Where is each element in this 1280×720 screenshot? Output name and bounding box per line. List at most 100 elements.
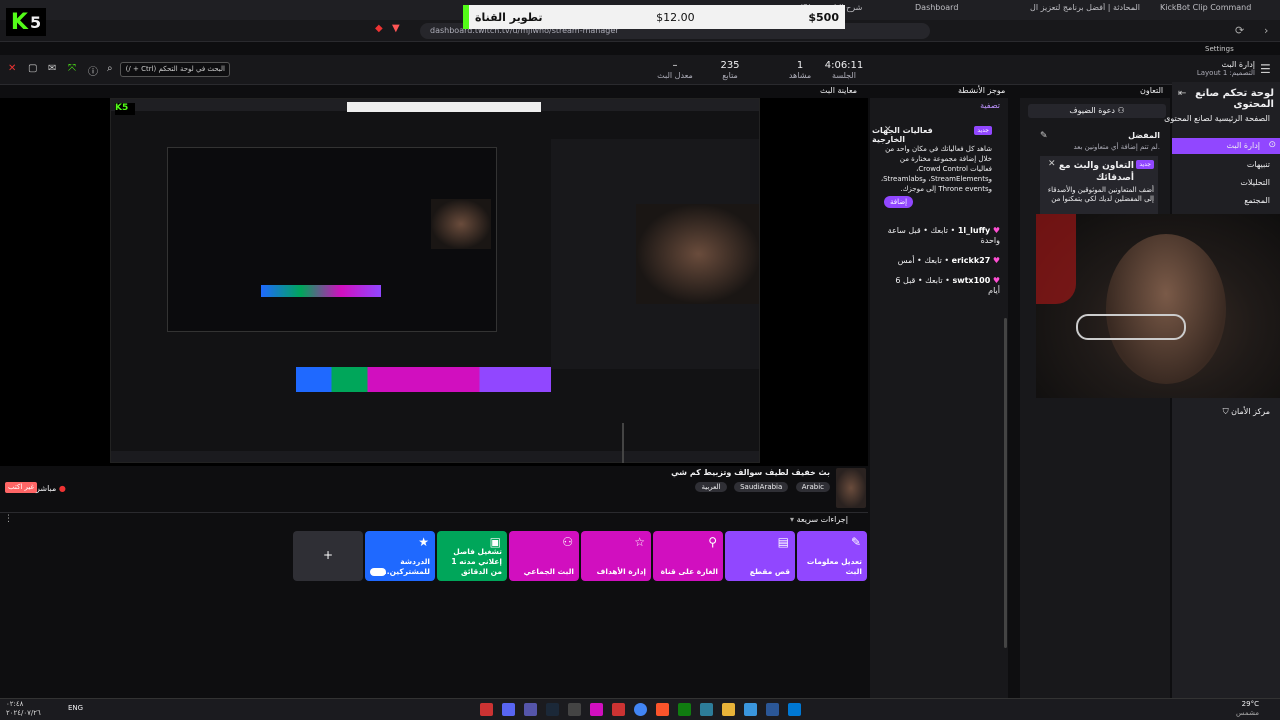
folder-icon[interactable] xyxy=(722,703,735,716)
settings-label[interactable]: Settings xyxy=(1205,45,1234,53)
add-quick-action-button[interactable]: + xyxy=(293,531,363,581)
glasses xyxy=(1076,314,1186,340)
collapse-icon[interactable]: ⇤ xyxy=(1178,88,1186,99)
logo-number: 5 xyxy=(29,12,42,32)
quick-actions-title: ▾ إجراءات سريعة xyxy=(790,515,848,524)
kebab-icon[interactable]: ⋮ xyxy=(4,514,13,524)
goal-target: $500 xyxy=(808,10,839,24)
browser-tab[interactable]: روبوت المحادثة | أفضل برنامج لتعزيز ال xyxy=(1030,3,1140,17)
pencil-icon[interactable]: ✎ xyxy=(1040,131,1048,141)
discord-icon[interactable] xyxy=(502,703,515,716)
brave-icon[interactable] xyxy=(656,703,669,716)
nav-item-safety[interactable]: مركز الأمان ⛉ xyxy=(1223,407,1270,417)
language-indicator[interactable]: ENG xyxy=(68,704,83,712)
mail-icon[interactable]: ✉ xyxy=(48,63,56,74)
nav-item-alerts[interactable]: تنبيهات xyxy=(1247,160,1270,169)
dashboard-search-input[interactable]: البحث في لوحة التحكم (Ctrl + /) xyxy=(120,62,230,77)
invite-guests-button[interactable]: دعوة الضيوف ⚇ xyxy=(1028,104,1166,118)
card-text: شاهد كل فعالياتك في مكان واحد من خلال إض… xyxy=(880,145,992,193)
stream-title: بث خفيف لطيف سوالف وتزبيط كم شي xyxy=(671,468,830,477)
app-icon[interactable] xyxy=(766,703,779,716)
offline-button[interactable]: غير اكتب xyxy=(5,482,38,493)
nav-item-community[interactable]: المجتمع xyxy=(1244,196,1270,205)
favorites-title: المفضل xyxy=(1128,131,1160,140)
search-icon[interactable]: ⌕ xyxy=(107,63,113,74)
tag-chip[interactable]: Arabic xyxy=(795,482,830,492)
clip-button[interactable]: ▤ قص مقطع xyxy=(725,531,795,581)
run-ad-button[interactable]: ▣ تشغيل فاصل إعلاني مدته 1 من الدقائق xyxy=(437,531,507,581)
tag-chip[interactable]: SaudiArabia xyxy=(734,482,789,492)
activity-feed: تصفية جديد فعاليات الجهات الخارجية ✕ شاه… xyxy=(870,98,1008,698)
app-icon[interactable] xyxy=(700,703,713,716)
tag-chip[interactable]: العربية xyxy=(695,482,727,492)
xbox-icon[interactable] xyxy=(678,703,691,716)
stat-viewers: 1 مشاهد xyxy=(788,60,812,80)
add-user-icon: ⚇ xyxy=(562,535,573,549)
nav-title: لوحة تحكم صانع المحتوى xyxy=(1195,88,1274,110)
feed-event: ♥ erickk27 • تابعك • أمس xyxy=(897,256,1000,265)
extension-icon[interactable]: ◆ xyxy=(375,23,383,34)
preview-video: K5 xyxy=(110,98,760,463)
dashboard-header: ✕ ▢ ✉ ⤧ ⓘ ⌕ البحث في لوحة التحكم (Ctrl +… xyxy=(0,55,1280,85)
feed-scrollbar[interactable] xyxy=(1004,318,1007,648)
close-icon[interactable]: ✕ xyxy=(884,125,892,135)
favorites-empty-text: لم تتم إضافة أي متعاونين بعد. xyxy=(1073,143,1160,151)
goal-progress-fill xyxy=(463,5,469,29)
reload-icon[interactable]: ⟳ xyxy=(1235,24,1244,37)
app-icon[interactable] xyxy=(612,703,625,716)
chrome-icon[interactable] xyxy=(634,703,647,716)
window-icon[interactable]: ▢ xyxy=(28,63,37,74)
star-icon: ★ xyxy=(418,535,429,549)
squad-stream-button[interactable]: ⚇ البث الجماعي xyxy=(509,531,579,581)
quick-actions-header: ⋮ ▾ إجراءات سريعة xyxy=(0,512,868,526)
clock[interactable]: ٠٢:٤٨ ٢٠٢٤/٠٧/٢٦ xyxy=(6,700,41,718)
manage-goals-button[interactable]: ☆ إدارة الأهداف xyxy=(581,531,651,581)
edit-stream-info-button[interactable]: ✎ تعديل معلومات البث xyxy=(797,531,867,581)
logo-letter: K xyxy=(10,9,28,35)
windows-taskbar: ٠٢:٤٨ ٢٠٢٤/٠٧/٢٦ ENG 29°C مشمس xyxy=(0,698,1280,720)
browser-tab[interactable]: Dashboard xyxy=(915,3,975,17)
nav-item-stream-manager[interactable]: إدارة البث ⊙ xyxy=(1172,138,1280,154)
app-icon[interactable] xyxy=(744,703,757,716)
browser-tab[interactable]: KickBot Clip Command xyxy=(1160,3,1270,17)
new-badge: جديد xyxy=(1136,160,1154,169)
app-icon[interactable] xyxy=(480,703,493,716)
forward-icon[interactable]: › xyxy=(1264,24,1268,37)
close-icon[interactable]: ✕ xyxy=(1048,159,1056,169)
stat-followers: 235 متابع xyxy=(720,60,740,80)
kick-logo: K 5 xyxy=(6,8,46,36)
filter-link[interactable]: تصفية xyxy=(980,101,1000,110)
collaboration-panel: دعوة الضيوف ⚇ المفضل ✎ لم تتم إضافة أي م… xyxy=(1020,98,1170,698)
stream-tags: العربية SaudiArabia Arabic xyxy=(690,479,830,492)
subscriber-chat-button[interactable]: ★ الدردشة للمشتركين... xyxy=(365,531,435,581)
activity-panel-title: موجز الأنشطة xyxy=(958,86,1006,95)
feed-event: ♥ 1l_luffy • تابعك • قبل ساعة واحدة xyxy=(887,226,1000,245)
nav-item-home[interactable]: الصفحة الرئيسية لصانع المحتوى xyxy=(1164,114,1270,123)
third-party-card: جديد فعاليات الجهات الخارجية ✕ شاهد كل ف… xyxy=(872,124,1006,214)
obs-icon[interactable] xyxy=(568,703,581,716)
heart-icon: ♥ xyxy=(992,256,1000,265)
nav-item-analytics[interactable]: التحليلات xyxy=(1240,178,1270,187)
share-icon[interactable]: ⤧ xyxy=(68,63,76,74)
info-icon[interactable]: ⓘ xyxy=(88,63,98,78)
promo-text: أضف المتعاونين الموثوقين والأصدقاء إلى ا… xyxy=(1047,186,1154,203)
steam-icon[interactable] xyxy=(546,703,559,716)
heart-icon: ♥ xyxy=(992,276,1000,285)
streamer-face xyxy=(1106,234,1226,384)
windows-start-icon[interactable] xyxy=(788,703,801,716)
layout-selector[interactable]: إدارة البث التصميم: Layout 1 xyxy=(1190,60,1255,77)
shield-icon: ⛉ xyxy=(1222,407,1229,416)
clapper-icon: ▤ xyxy=(777,535,789,549)
menu-icon[interactable]: ☰ xyxy=(1260,62,1271,76)
toggle-switch[interactable] xyxy=(370,568,386,576)
brave-shield-icon[interactable]: ▼ xyxy=(392,23,400,34)
close-icon[interactable]: ✕ xyxy=(8,63,16,74)
pencil-icon: ✎ xyxy=(850,535,861,549)
add-user-icon: ⚇ xyxy=(1117,106,1125,115)
new-badge: جديد xyxy=(974,126,992,135)
app-icon[interactable] xyxy=(524,703,537,716)
raid-channel-button[interactable]: ⚲ الغارة على قناة xyxy=(653,531,723,581)
add-button[interactable]: إضافة xyxy=(884,196,914,208)
app-icon[interactable] xyxy=(590,703,603,716)
weather[interactable]: 29°C مشمس xyxy=(1236,700,1259,718)
